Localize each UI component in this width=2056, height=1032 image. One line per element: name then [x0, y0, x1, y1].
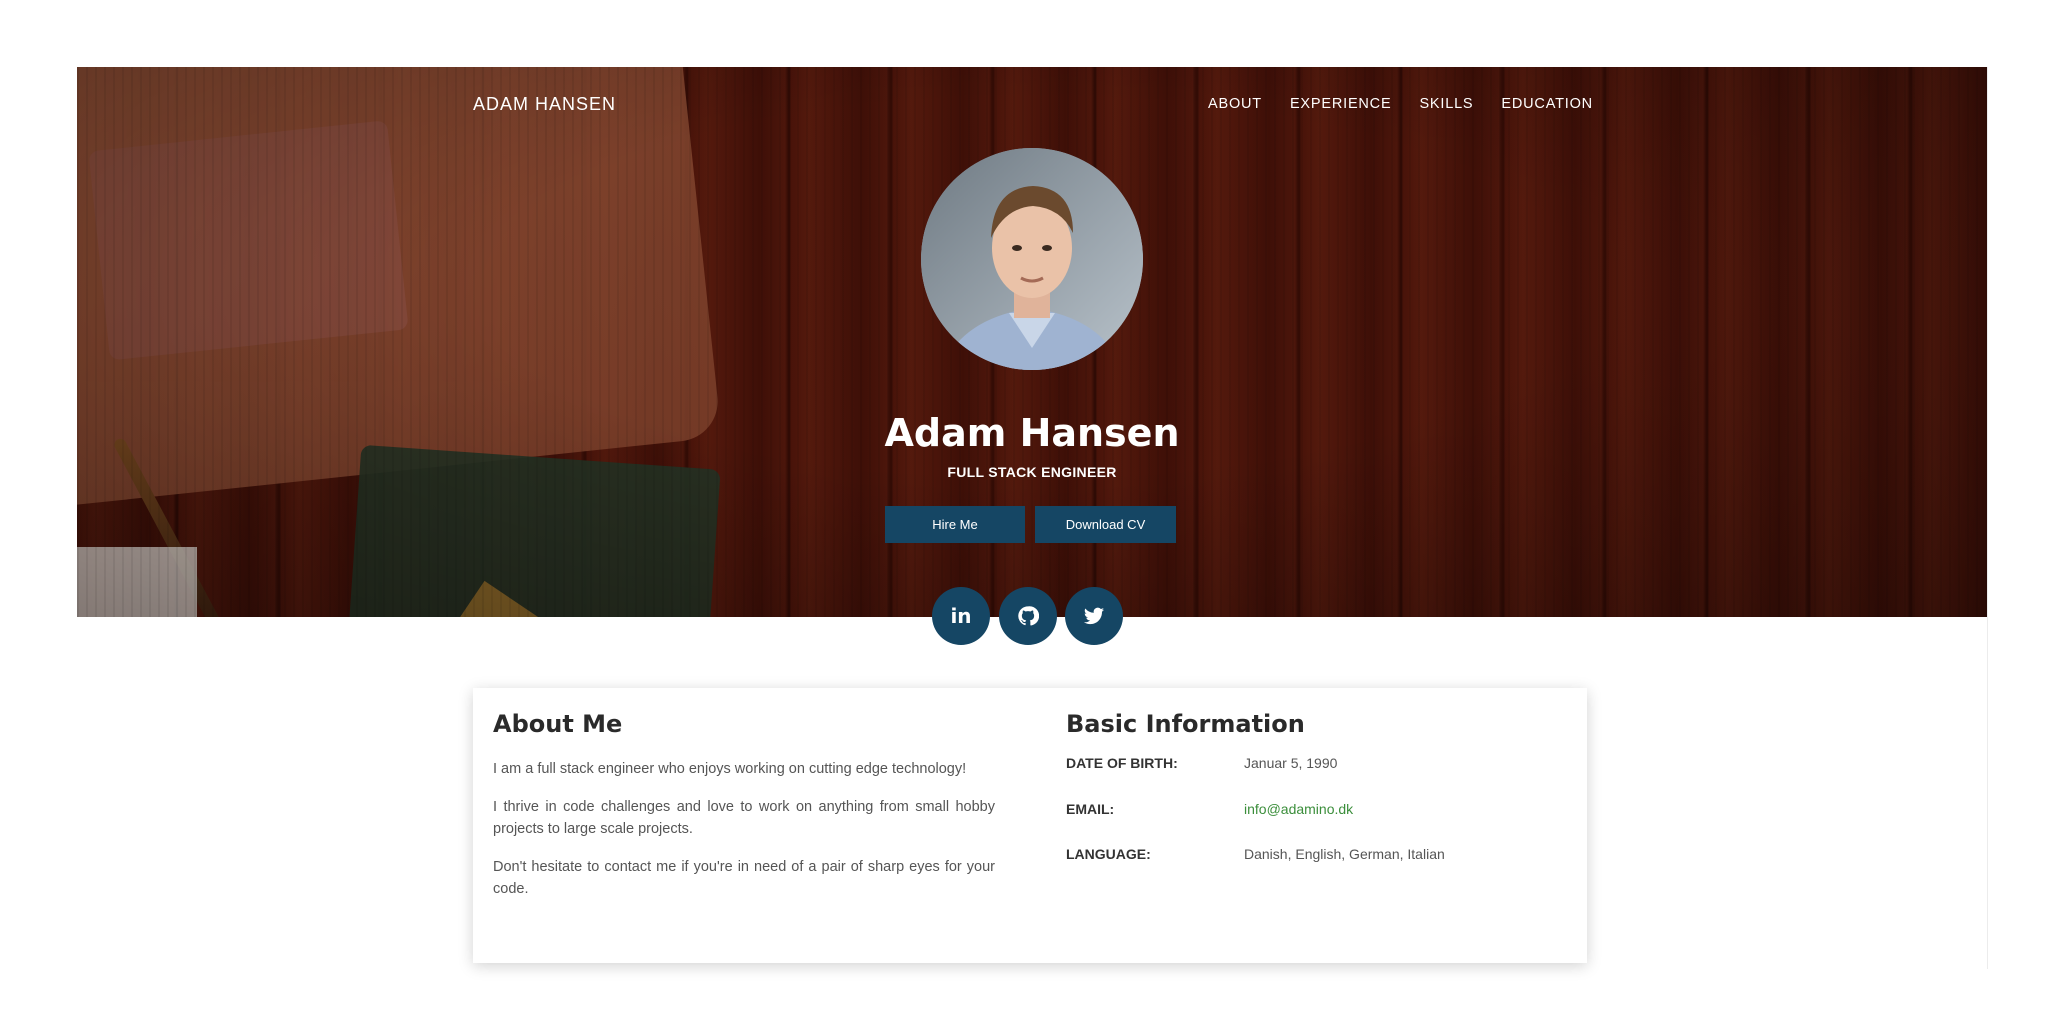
- hero-section: ADAM HANSEN ABOUT EXPERIENCE SKILLS EDUC…: [77, 67, 1987, 617]
- about-text: I am a full stack engineer who enjoys wo…: [493, 758, 995, 916]
- github-icon: [1018, 606, 1039, 626]
- about-paragraph: I thrive in code challenges and love to …: [493, 799, 995, 837]
- profile-card: About Me I am a full stack engineer who …: [473, 688, 1587, 963]
- about-paragraph: Don't hesitate to contact me if you're i…: [493, 859, 995, 897]
- info-value: Danish, English, German, Italian: [1244, 846, 1445, 862]
- hire-me-button[interactable]: Hire Me: [885, 506, 1025, 543]
- linkedin-button[interactable]: in: [932, 587, 990, 645]
- nav-about[interactable]: ABOUT: [1208, 96, 1262, 112]
- about-paragraph: I am a full stack engineer who enjoys wo…: [493, 761, 967, 777]
- nav-education[interactable]: EDUCATION: [1501, 96, 1593, 112]
- info-label: LANGUAGE:: [1066, 846, 1151, 862]
- nav-skills[interactable]: SKILLS: [1419, 96, 1473, 112]
- twitter-button[interactable]: [1065, 587, 1123, 645]
- nav-experience[interactable]: EXPERIENCE: [1290, 96, 1391, 112]
- email-link[interactable]: info@adamino.dk: [1244, 801, 1644, 817]
- github-button[interactable]: [999, 587, 1057, 645]
- page-container: ADAM HANSEN ABOUT EXPERIENCE SKILLS EDUC…: [77, 67, 1988, 969]
- info-title: Basic Information: [1066, 710, 1305, 738]
- profile-avatar: [921, 148, 1143, 370]
- about-title: About Me: [493, 710, 623, 738]
- download-cv-button[interactable]: Download CV: [1035, 506, 1176, 543]
- main-nav: ABOUT EXPERIENCE SKILLS EDUCATION: [1208, 96, 1593, 112]
- linkedin-icon: in: [950, 604, 972, 628]
- twitter-icon: [1083, 607, 1105, 625]
- brand-logo[interactable]: ADAM HANSEN: [473, 94, 616, 115]
- info-label: EMAIL:: [1066, 801, 1115, 817]
- hero-name: Adam Hansen: [884, 411, 1180, 455]
- info-label: DATE OF BIRTH:: [1066, 755, 1178, 771]
- info-value: Januar 5, 1990: [1244, 755, 1338, 771]
- hero-role: FULL STACK ENGINEER: [947, 464, 1117, 480]
